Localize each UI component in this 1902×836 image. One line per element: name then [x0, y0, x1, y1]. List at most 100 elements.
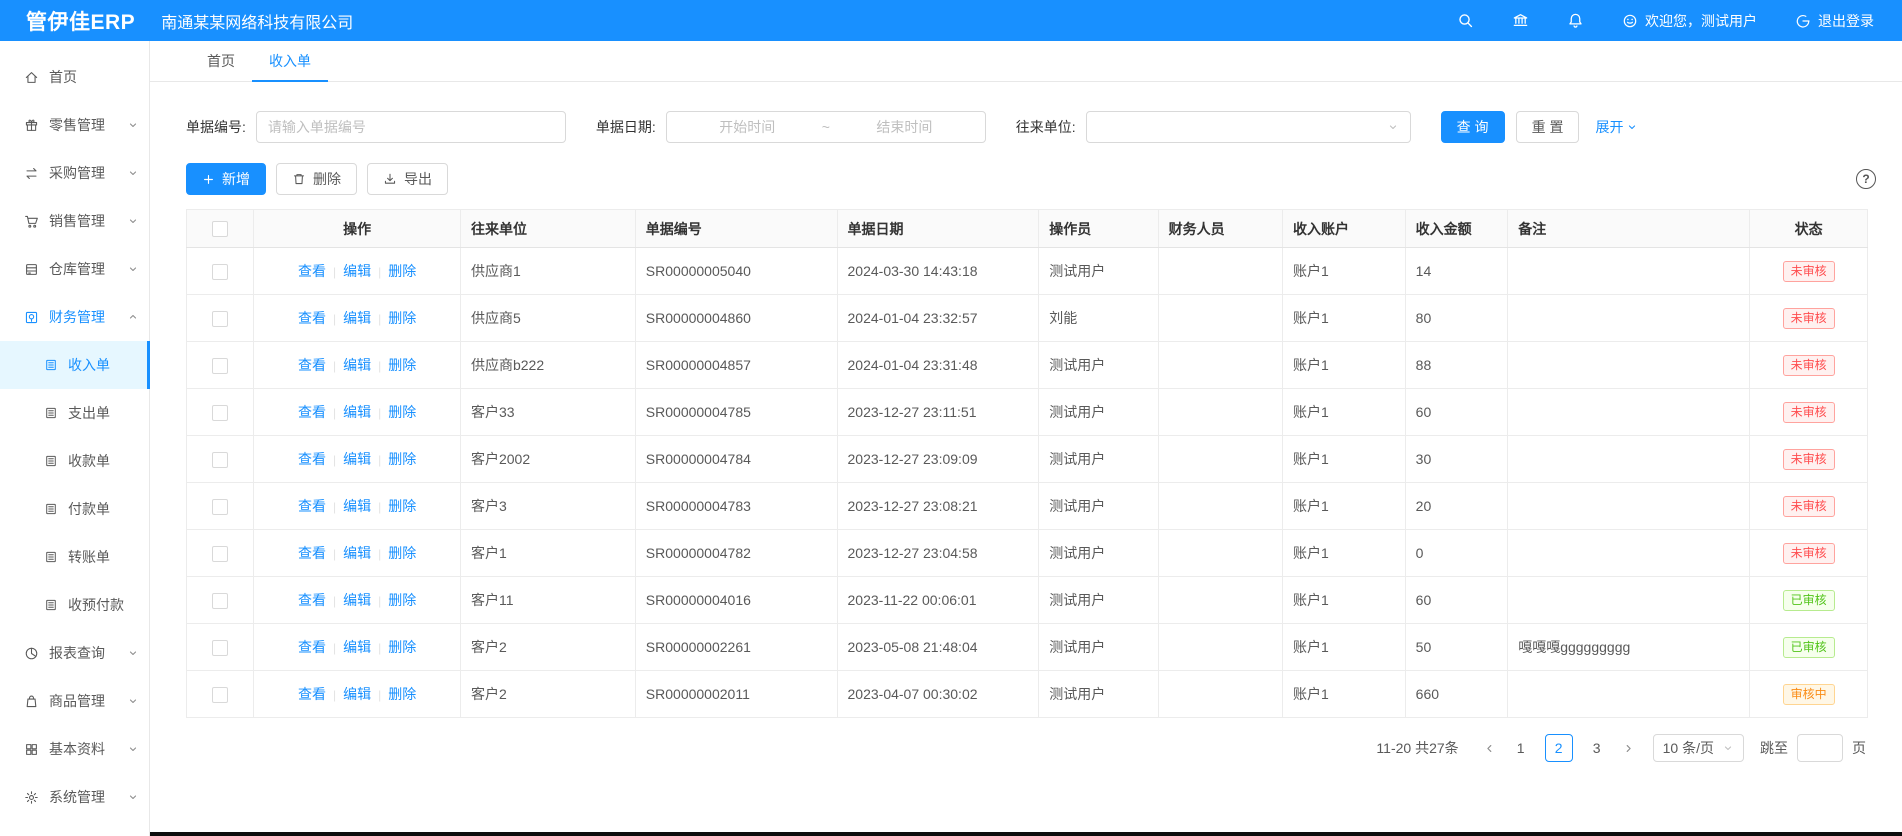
delete-link[interactable]: 删除 — [388, 639, 416, 655]
partner-select[interactable] — [1086, 111, 1411, 143]
edit-link[interactable]: 编辑 — [343, 357, 371, 373]
jump-input[interactable] — [1797, 734, 1843, 762]
edit-link[interactable]: 编辑 — [343, 686, 371, 702]
doc-no-input[interactable] — [256, 111, 566, 143]
view-link[interactable]: 查看 — [298, 498, 326, 514]
row-checkbox[interactable] — [212, 358, 228, 374]
column-header: 往来单位 — [460, 210, 635, 248]
row-checkbox[interactable] — [212, 640, 228, 656]
edit-link[interactable]: 编辑 — [343, 310, 371, 326]
sidebar-item-income[interactable]: 收入单 — [0, 341, 149, 389]
sidebar-item-expense[interactable]: 支出单 — [0, 389, 149, 437]
export-button[interactable]: 导出 — [367, 163, 448, 195]
tab-income[interactable]: 收入单 — [252, 41, 328, 81]
view-link[interactable]: 查看 — [298, 545, 326, 561]
app-logo[interactable]: 管伊佳ERP — [0, 6, 135, 36]
sidebar-item-receipt[interactable]: 收款单 — [0, 437, 149, 485]
delete-link[interactable]: 删除 — [388, 686, 416, 702]
date-start-placeholder[interactable]: 开始时间 — [679, 117, 816, 137]
column-header: 操作 — [254, 210, 461, 248]
sidebar-item-finance[interactable]: 财务管理 — [0, 293, 149, 341]
status-badge: 未审核 — [1783, 543, 1835, 564]
view-link[interactable]: 查看 — [298, 592, 326, 608]
delete-link[interactable]: 删除 — [388, 451, 416, 467]
date-end-placeholder[interactable]: 结束时间 — [836, 117, 973, 137]
row-checkbox[interactable] — [212, 264, 228, 280]
view-link[interactable]: 查看 — [298, 310, 326, 326]
view-link[interactable]: 查看 — [298, 686, 326, 702]
page-button-3[interactable]: 3 — [1583, 734, 1611, 762]
delete-link[interactable]: 删除 — [388, 310, 416, 326]
reset-button[interactable]: 重 置 — [1516, 111, 1580, 143]
row-checkbox[interactable] — [212, 405, 228, 421]
sidebar-item-transfer[interactable]: 转账单 — [0, 533, 149, 581]
operator-cell: 测试用户 — [1039, 624, 1158, 671]
view-link[interactable]: 查看 — [298, 451, 326, 467]
sidebar-item-system[interactable]: 系统管理 — [0, 773, 149, 821]
view-link[interactable]: 查看 — [298, 639, 326, 655]
edit-link[interactable]: 编辑 — [343, 451, 371, 467]
bank-icon[interactable] — [1512, 12, 1529, 29]
sidebar-item-label: 基本资料 — [49, 739, 127, 759]
sidebar-item-goods[interactable]: 商品管理 — [0, 677, 149, 725]
search-icon[interactable] — [1457, 12, 1474, 29]
delete-link[interactable]: 删除 — [388, 263, 416, 279]
sidebar-item-payment[interactable]: 付款单 — [0, 485, 149, 533]
view-link[interactable]: 查看 — [298, 404, 326, 420]
edit-link[interactable]: 编辑 — [343, 545, 371, 561]
row-checkbox[interactable] — [212, 546, 228, 562]
delete-link[interactable]: 删除 — [388, 404, 416, 420]
logout-button[interactable]: 退出登录 — [1795, 11, 1874, 31]
user-menu[interactable]: 欢迎您，测试用户 — [1622, 11, 1757, 31]
sidebar-item-home[interactable]: 首页 — [0, 53, 149, 101]
edit-link[interactable]: 编辑 — [343, 498, 371, 514]
remark-cell — [1508, 671, 1750, 718]
partner-cell: 客户2002 — [460, 436, 635, 483]
tab-home[interactable]: 首页 — [190, 41, 252, 81]
sidebar-item-reports[interactable]: 报表查询 — [0, 629, 149, 677]
sidebar-item-warehouse[interactable]: 仓库管理 — [0, 245, 149, 293]
select-all-checkbox[interactable] — [212, 221, 228, 237]
add-button[interactable]: 新增 — [186, 163, 266, 195]
page-size-select[interactable]: 10 条/页 — [1653, 734, 1744, 762]
sidebar-item-prepay[interactable]: 收预付款 — [0, 581, 149, 629]
page-button-2[interactable]: 2 — [1545, 734, 1573, 762]
row-checkbox[interactable] — [212, 687, 228, 703]
row-checkbox[interactable] — [212, 499, 228, 515]
page-button-1[interactable]: 1 — [1507, 734, 1535, 762]
view-link[interactable]: 查看 — [298, 357, 326, 373]
column-header: 财务人员 — [1158, 210, 1282, 248]
edit-link[interactable]: 编辑 — [343, 263, 371, 279]
sidebar-item-purchase[interactable]: 采购管理 — [0, 149, 149, 197]
help-icon[interactable]: ? — [1856, 169, 1876, 189]
chevron-down-icon — [127, 695, 139, 707]
delete-link[interactable]: 删除 — [388, 357, 416, 373]
row-checkbox[interactable] — [212, 452, 228, 468]
edit-link[interactable]: 编辑 — [343, 404, 371, 420]
account-cell: 账户1 — [1282, 342, 1405, 389]
delete-button[interactable]: 删除 — [276, 163, 357, 195]
search-button[interactable]: 查 询 — [1441, 111, 1505, 143]
edit-link[interactable]: 编辑 — [343, 639, 371, 655]
sidebar-item-sales[interactable]: 销售管理 — [0, 197, 149, 245]
expand-link[interactable]: 展开 — [1595, 117, 1638, 137]
delete-link[interactable]: 删除 — [388, 498, 416, 514]
sidebar-item-basedata[interactable]: 基本资料 — [0, 725, 149, 773]
bell-icon[interactable] — [1567, 12, 1584, 29]
sidebar-item-retail[interactable]: 零售管理 — [0, 101, 149, 149]
view-link[interactable]: 查看 — [298, 263, 326, 279]
delete-link[interactable]: 删除 — [388, 592, 416, 608]
prev-page-button[interactable] — [1477, 742, 1502, 755]
row-checkbox[interactable] — [212, 593, 228, 609]
sidebar-item-label: 仓库管理 — [49, 259, 127, 279]
link-divider: | — [333, 547, 336, 561]
amount-cell: 80 — [1405, 295, 1508, 342]
next-page-button[interactable] — [1616, 742, 1641, 755]
edit-link[interactable]: 编辑 — [343, 592, 371, 608]
row-checkbox[interactable] — [212, 311, 228, 327]
doc-date-cell: 2024-01-04 23:31:48 — [837, 342, 1039, 389]
delete-link[interactable]: 删除 — [388, 545, 416, 561]
date-range-picker[interactable]: 开始时间 ~ 结束时间 — [666, 111, 986, 143]
doc-icon — [44, 454, 58, 468]
income-table: 操作往来单位单据编号单据日期操作员财务人员收入账户收入金额备注状态 查看|编辑|… — [186, 209, 1868, 718]
